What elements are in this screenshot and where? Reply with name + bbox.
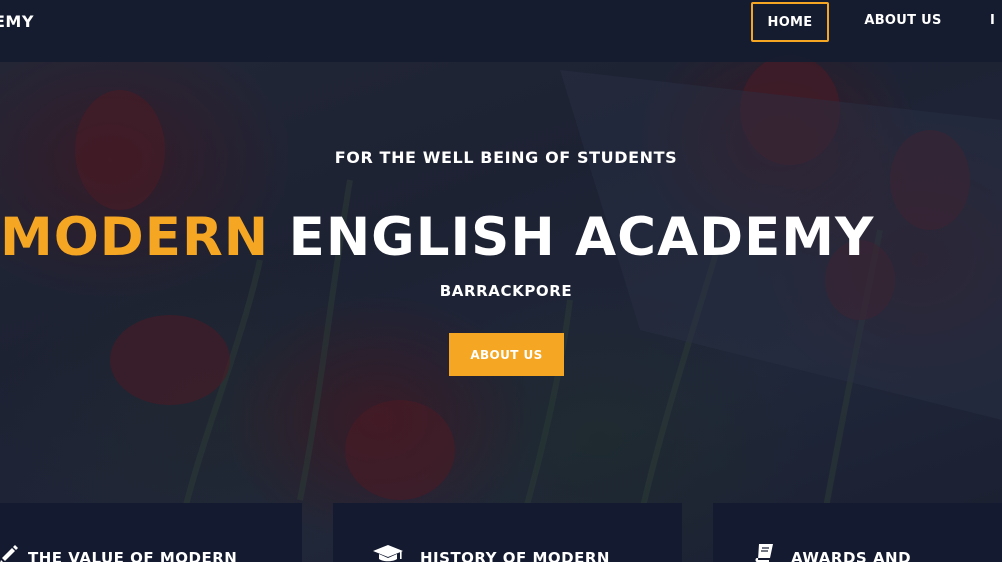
pencil-icon xyxy=(0,543,20,562)
feature-card-history[interactable]: HISTORY OF MODERN xyxy=(333,503,682,562)
graduation-cap-icon xyxy=(373,543,403,562)
hero-title-accent: MODERN xyxy=(0,207,270,268)
hero-subtitle: FOR THE WELL BEING OF STUDENTS xyxy=(334,148,678,167)
nav-item-about-us[interactable]: ABOUT US xyxy=(860,2,946,42)
nav-item-home[interactable]: HOME xyxy=(751,2,829,42)
feature-card-value[interactable]: THE VALUE OF MODERN xyxy=(0,503,302,562)
hero-title: MODERN ENGLISH ACADEMY xyxy=(0,201,1002,275)
top-navbar: EMY HOME ABOUT US I xyxy=(0,0,1002,62)
feature-card-awards[interactable]: AWARDS AND xyxy=(713,503,1002,562)
hero-location: BARRACKPORE xyxy=(439,282,573,300)
about-us-button[interactable]: ABOUT US xyxy=(449,333,564,376)
hero-title-rest: ENGLISH ACADEMY xyxy=(288,207,875,268)
feature-card-title: THE VALUE OF MODERN xyxy=(28,549,238,562)
feature-card-title: HISTORY OF MODERN xyxy=(420,549,610,562)
feature-card-title: AWARDS AND xyxy=(791,549,912,562)
page: EMY HOME ABOUT US I FOR THE WELL BEING O… xyxy=(0,0,1002,562)
book-icon xyxy=(753,543,775,562)
nav-item-truncated[interactable]: I xyxy=(990,2,1002,42)
brand-logo-text[interactable]: EMY xyxy=(0,12,34,32)
